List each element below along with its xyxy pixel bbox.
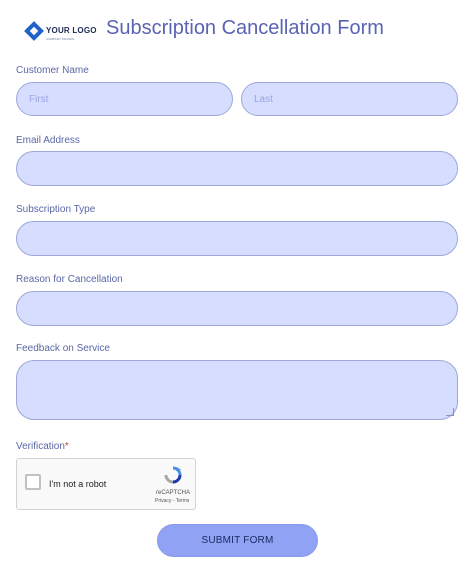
form-header: YOUR LOGO COMPANY SLOGAN Subscription Ca…	[0, 0, 474, 62]
reason-input[interactable]	[16, 291, 458, 326]
subscription-type-input[interactable]	[16, 221, 458, 256]
feedback-label: Feedback on Service	[16, 343, 110, 354]
subscription-type-label: Subscription Type	[16, 204, 96, 215]
recaptcha-logo-icon	[164, 466, 182, 484]
logo-text: YOUR LOGO	[46, 26, 97, 35]
resize-handle-icon[interactable]	[446, 408, 454, 416]
feedback-textarea[interactable]	[16, 360, 458, 420]
company-logo: YOUR LOGO COMPANY SLOGAN	[24, 20, 104, 48]
email-field[interactable]	[16, 151, 458, 186]
customer-name-label: Customer Name	[16, 65, 89, 76]
required-mark: *	[64, 441, 69, 452]
recaptcha-terms-link[interactable]: Privacy - Terms	[155, 498, 189, 504]
verification-label: Verification*	[16, 441, 69, 452]
logo-diamond-icon	[24, 21, 44, 41]
recaptcha-label: I'm not a robot	[49, 479, 107, 489]
first-name-input[interactable]	[16, 82, 233, 116]
reason-label: Reason for Cancellation	[16, 274, 123, 285]
last-name-input[interactable]	[241, 82, 458, 116]
recaptcha-checkbox[interactable]	[25, 474, 41, 490]
email-label: Email Address	[16, 135, 80, 146]
submit-button[interactable]: SUBMIT FORM	[157, 524, 318, 557]
verification-label-text: Verification	[16, 441, 65, 452]
page-title: Subscription Cancellation Form	[106, 17, 384, 39]
feedback-wrapper	[16, 360, 458, 420]
recaptcha-widget: I'm not a robot reCAPTCHA Privacy - Term…	[16, 458, 196, 510]
logo-tagline: COMPANY SLOGAN	[46, 37, 75, 41]
recaptcha-brand: reCAPTCHA	[156, 490, 191, 496]
